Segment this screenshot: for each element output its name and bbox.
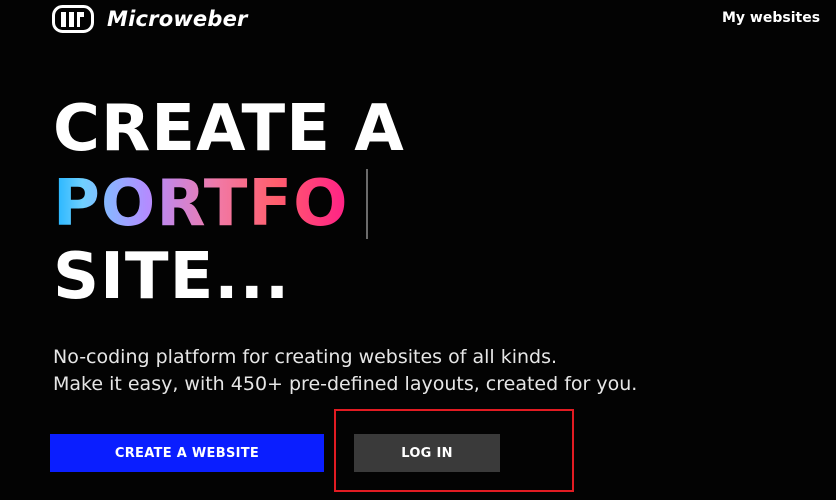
hero-description-line2: Make it easy, with 450+ pre-defined layo… [53, 373, 638, 395]
hero-description-line1: No-coding platform for creating websites… [53, 346, 558, 368]
logo-text: Microweber [107, 7, 248, 31]
my-websites-link[interactable]: My websites [722, 10, 820, 26]
typing-caret [365, 169, 368, 239]
hero-heading-line3: SITE... [53, 240, 291, 314]
site-header: Microweber My websites [0, 0, 836, 40]
microweber-logo-icon [52, 5, 94, 33]
logo[interactable]: Microweber [52, 5, 248, 33]
hero-description: No-coding platform for creating websites… [53, 344, 637, 398]
hero-heading-line1: CREATE A [53, 92, 405, 166]
hero-gradient-word: PORTFO [53, 167, 349, 241]
create-website-button[interactable]: CREATE A WEBSITE [50, 434, 324, 472]
hero-heading-line2: PORTFO [53, 167, 368, 241]
login-button[interactable]: LOG IN [354, 434, 500, 472]
